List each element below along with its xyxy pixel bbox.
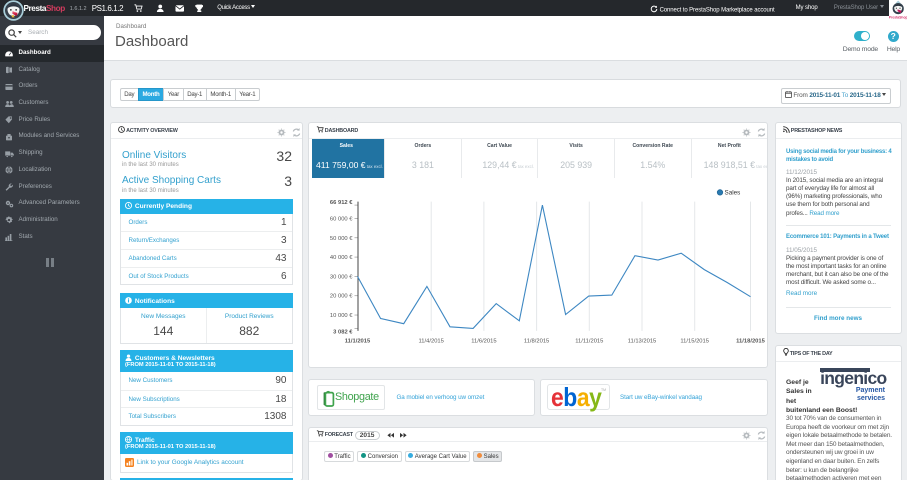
svg-text:11/13/2015: 11/13/2015 <box>627 339 656 345</box>
svg-text:11/1/2015: 11/1/2015 <box>344 339 370 345</box>
svg-text:11/15/2015: 11/15/2015 <box>680 339 709 345</box>
svg-text:60 000 €: 60 000 € <box>329 217 352 223</box>
svg-text:11/4/2015: 11/4/2015 <box>418 339 443 345</box>
svg-text:11/18/2015: 11/18/2015 <box>736 339 765 345</box>
svg-text:10 000 €: 10 000 € <box>329 313 352 319</box>
svg-text:11/11/2015: 11/11/2015 <box>575 339 603 345</box>
svg-text:Sales: Sales <box>724 190 740 197</box>
svg-text:3 082 €: 3 082 € <box>333 330 353 336</box>
svg-text:11/6/2015: 11/6/2015 <box>471 339 496 345</box>
svg-text:20 000 €: 20 000 € <box>329 294 352 300</box>
svg-text:PrestaShop: PrestaShop <box>889 16 907 20</box>
svg-text:30 000 €: 30 000 € <box>329 275 352 281</box>
svg-text:66 912 €: 66 912 € <box>329 200 352 206</box>
svg-text:40 000 €: 40 000 € <box>329 255 352 261</box>
svg-text:50 000 €: 50 000 € <box>329 236 352 242</box>
svg-text:11/8/2015: 11/8/2015 <box>523 339 548 345</box>
